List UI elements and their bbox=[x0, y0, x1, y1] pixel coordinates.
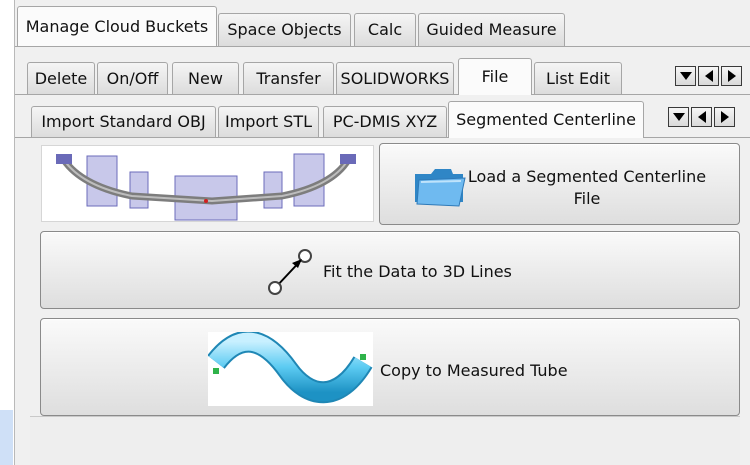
folder-icon bbox=[415, 169, 466, 207]
tab-label: Space Objects bbox=[227, 20, 342, 39]
tab-label: SOLIDWORKS bbox=[340, 68, 450, 88]
left-strip bbox=[0, 410, 13, 465]
copy-button-label: Copy to Measured Tube bbox=[380, 361, 568, 380]
tab-manage-cloud-buckets[interactable]: Manage Cloud Buckets bbox=[17, 6, 217, 46]
chevron-down-icon[interactable] bbox=[675, 66, 696, 86]
tab-segmented-centerline[interactable]: Segmented Centerline bbox=[448, 101, 644, 138]
tab-import-stl[interactable]: Import STL bbox=[218, 106, 319, 137]
tab-divider bbox=[15, 46, 750, 47]
tab-label: List Edit bbox=[545, 68, 611, 88]
tab-calc[interactable]: Calc bbox=[354, 13, 416, 46]
tab-delete[interactable]: Delete bbox=[27, 62, 95, 94]
copy-to-measured-tube-button[interactable]: Copy to Measured Tube bbox=[40, 318, 740, 416]
fit-data-to-3d-lines-button[interactable]: Fit the Data to 3D Lines bbox=[40, 231, 740, 309]
tab-guided-measure[interactable]: Guided Measure bbox=[418, 13, 565, 46]
chevron-right-icon[interactable] bbox=[721, 66, 742, 86]
tab-label: File bbox=[481, 67, 509, 86]
line-fit-icon bbox=[268, 249, 312, 295]
load-segmented-centerline-button[interactable]: Load a Segmented Centerline File bbox=[379, 143, 740, 225]
tab-import-standard-obj[interactable]: Import Standard OBJ bbox=[31, 106, 216, 137]
chevron-left-icon[interactable] bbox=[691, 107, 712, 127]
chevron-down-icon[interactable] bbox=[668, 107, 689, 127]
chevron-left-icon[interactable] bbox=[698, 66, 719, 86]
tab-label: Guided Measure bbox=[426, 20, 557, 39]
empty-area bbox=[30, 416, 740, 465]
chevron-right-icon[interactable] bbox=[714, 107, 735, 127]
tab-divider bbox=[15, 94, 750, 95]
centerline-preview-image bbox=[41, 145, 374, 222]
tab-label: Calc bbox=[367, 20, 403, 39]
tab-label: Import STL bbox=[224, 112, 313, 131]
tab-label: Manage Cloud Buckets bbox=[25, 16, 209, 36]
tab-label: Delete bbox=[34, 68, 88, 88]
tab-pc-dmis-xyz[interactable]: PC-DMIS XYZ bbox=[323, 106, 447, 137]
tab-space-objects[interactable]: Space Objects bbox=[218, 13, 351, 46]
tab-label: On/Off bbox=[106, 68, 159, 88]
tab-label: Import Standard OBJ bbox=[41, 112, 206, 131]
tube-icon bbox=[207, 330, 373, 406]
tab-label: Transfer bbox=[256, 68, 321, 88]
fit-button-label: Fit the Data to 3D Lines bbox=[323, 262, 512, 281]
tab-solidworks[interactable]: SOLIDWORKS bbox=[336, 62, 454, 94]
tab-file[interactable]: File bbox=[458, 58, 532, 95]
tab-on-off[interactable]: On/Off bbox=[97, 62, 168, 94]
tab-label: New bbox=[188, 68, 223, 88]
tab-label: Segmented Centerline bbox=[456, 110, 636, 129]
load-button-label: Load a Segmented Centerline File bbox=[467, 167, 707, 208]
tab-transfer[interactable]: Transfer bbox=[243, 62, 334, 94]
tab-label: PC-DMIS XYZ bbox=[332, 112, 438, 131]
tab-list-edit[interactable]: List Edit bbox=[534, 62, 622, 94]
tab-new[interactable]: New bbox=[172, 62, 239, 94]
